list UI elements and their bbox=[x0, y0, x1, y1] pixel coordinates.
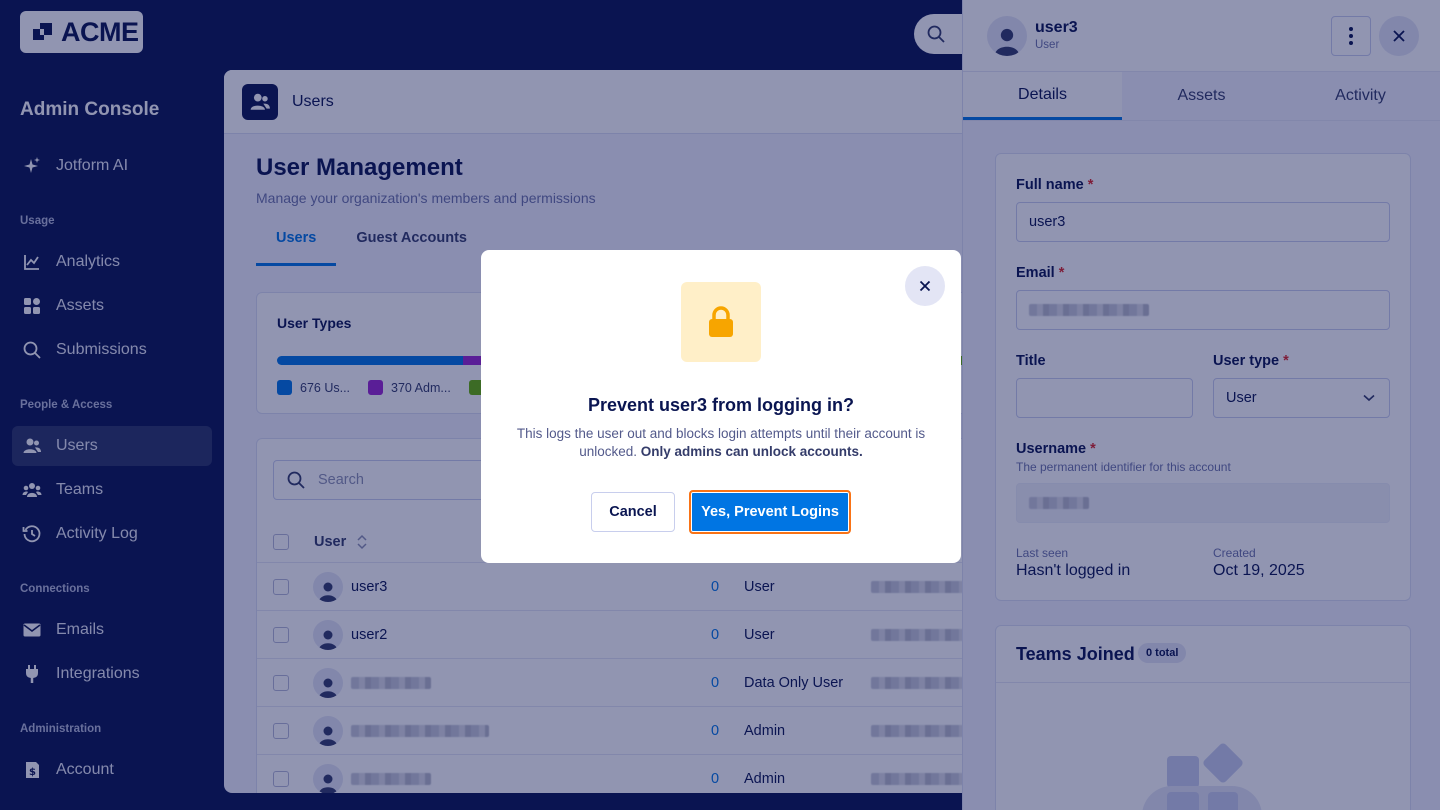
lock-icon bbox=[709, 306, 733, 337]
dialog-body-emphasis: Only admins can unlock accounts. bbox=[640, 444, 863, 459]
cancel-button[interactable]: Cancel bbox=[591, 492, 675, 532]
prevent-login-dialog: Prevent user3 from logging in? This logs… bbox=[481, 250, 961, 563]
dialog-body: This logs the user out and blocks login … bbox=[509, 425, 933, 461]
close-dialog-button[interactable] bbox=[905, 266, 945, 306]
close-icon bbox=[919, 280, 931, 292]
lock-badge bbox=[681, 282, 761, 362]
prevent-logins-button[interactable]: Yes, Prevent Logins bbox=[689, 490, 851, 534]
dialog-title: Prevent user3 from logging in? bbox=[587, 395, 855, 415]
